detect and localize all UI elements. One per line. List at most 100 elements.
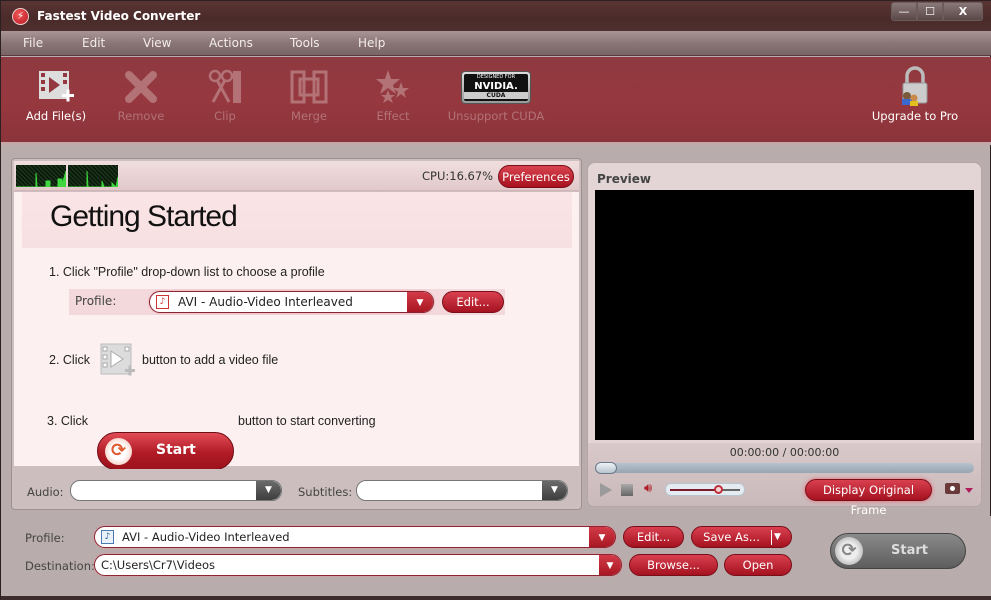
- chevron-down-icon[interactable]: ▼: [407, 292, 433, 312]
- add-file-icon: [23, 65, 89, 109]
- browse-button[interactable]: Browse...: [629, 554, 718, 576]
- clip-button[interactable]: Clip: [197, 65, 253, 123]
- volume-icon[interactable]: 🔊︎: [644, 481, 652, 496]
- minimize-button[interactable]: —: [891, 2, 917, 21]
- volume-thumb[interactable]: [714, 485, 723, 494]
- getting-started-body: Getting Started 1. Click "Profile" drop-…: [14, 192, 579, 470]
- save-as-label: Save As...: [703, 530, 760, 544]
- close-button[interactable]: X: [943, 2, 983, 21]
- add-file-hint-icon: [99, 342, 137, 381]
- merge-button[interactable]: Merge: [279, 65, 339, 123]
- chevron-down-icon[interactable]: ▼: [599, 555, 621, 575]
- seek-thumb[interactable]: [595, 462, 617, 474]
- audio-label: Audio:: [27, 485, 64, 499]
- play-icon[interactable]: [600, 483, 612, 497]
- profile-file-icon: ♪: [101, 530, 114, 544]
- effect-label: Effect: [376, 109, 410, 123]
- lock-icon: [869, 65, 961, 109]
- output-edit-button[interactable]: Edit...: [623, 526, 684, 548]
- profile-label: Profile:: [75, 294, 117, 308]
- merge-icon: [279, 65, 339, 109]
- step-3-prefix: 3. Click: [47, 414, 88, 428]
- clip-label: Clip: [214, 109, 236, 123]
- display-original-frame-button[interactable]: Display Original Frame: [805, 479, 932, 517]
- effect-icon: [363, 65, 423, 109]
- refresh-icon: ⟳: [835, 537, 863, 565]
- add-files-button[interactable]: Add File(s): [23, 65, 89, 123]
- app-window: ⚡ Fastest Video Converter — ☐ X File Edi…: [0, 0, 991, 600]
- start-label: Start: [891, 543, 928, 558]
- menu-bar: File Edit View Actions Tools Help: [1, 31, 991, 56]
- cpu-usage: CPU:16.67%: [422, 169, 494, 183]
- step-1-text: 1. Click "Profile" drop-down list to cho…: [49, 265, 325, 279]
- panel-header: CPU:16.67% Preferences: [14, 161, 579, 191]
- subtitles-label: Subtitles:: [298, 485, 353, 499]
- step-3-suffix: button to start converting: [238, 414, 376, 428]
- chevron-down-icon[interactable]: ▼: [774, 527, 781, 547]
- step-edit-button[interactable]: Edit...: [442, 291, 504, 313]
- menu-file[interactable]: File: [23, 36, 43, 50]
- volume-slider[interactable]: [665, 483, 745, 496]
- destination-label: Destination:: [25, 559, 95, 573]
- clip-icon: [197, 65, 253, 109]
- unsupport-cuda-button[interactable]: DESIGNED FOR NVIDIA. CUDA Unsupport CUDA: [445, 65, 547, 123]
- save-as-divider: [771, 530, 772, 545]
- preview-label: Preview: [597, 172, 652, 186]
- refresh-icon: ⟳: [105, 438, 132, 465]
- preview-screen: [595, 190, 974, 440]
- destination-value: C:\Users\Cr7\Videos: [101, 558, 216, 572]
- effect-button[interactable]: Effect: [363, 65, 423, 123]
- preferences-button[interactable]: Preferences: [498, 165, 574, 188]
- menu-edit[interactable]: Edit: [82, 36, 105, 50]
- playback-controls: 00:00:00 / 00:00:00 🔊︎ Display Original …: [588, 443, 981, 517]
- menu-tools[interactable]: Tools: [290, 36, 320, 50]
- profile-file-icon: ♪: [156, 295, 169, 309]
- chevron-down-icon[interactable]: ▼: [256, 481, 281, 500]
- window-bottom-border: [1, 596, 991, 600]
- remove-icon: [111, 65, 171, 109]
- add-files-label: Add File(s): [25, 109, 87, 123]
- menu-actions[interactable]: Actions: [209, 36, 253, 50]
- menu-view[interactable]: View: [143, 36, 171, 50]
- remove-button[interactable]: Remove: [111, 65, 171, 123]
- toolbar: Add File(s) Remove Clip Merge Effect DES…: [1, 57, 991, 145]
- cuda-line2: NVIDIA.: [474, 80, 518, 92]
- save-as-button[interactable]: Save As... ▼: [691, 526, 792, 548]
- camera-dropdown-icon[interactable]: [965, 488, 973, 493]
- audio-dropdown[interactable]: ▼: [70, 480, 282, 501]
- stop-icon[interactable]: [621, 484, 633, 496]
- output-profile-dropdown[interactable]: ♪ AVI - Audio-Video Interleaved ▼: [94, 526, 616, 548]
- getting-started-heading: Getting Started: [50, 200, 238, 233]
- profile-dropdown[interactable]: ♪ AVI - Audio-Video Interleaved ▼: [149, 291, 434, 313]
- menu-help[interactable]: Help: [358, 36, 385, 50]
- preview-panel: Preview 00:00:00 / 00:00:00 🔊︎ Display O…: [587, 162, 982, 517]
- cuda-line1: DESIGNED FOR: [476, 73, 516, 80]
- open-button[interactable]: Open: [724, 554, 792, 576]
- getting-started-panel: CPU:16.67% Preferences Getting Started 1…: [11, 158, 582, 510]
- destination-input[interactable]: C:\Users\Cr7\Videos ▼: [94, 554, 622, 576]
- chevron-down-icon[interactable]: ▼: [589, 527, 615, 547]
- start-hint-button[interactable]: ⟳ Start: [97, 432, 234, 470]
- output-profile-label: Profile:: [25, 531, 65, 545]
- remove-label: Remove: [117, 109, 165, 123]
- heading-band: Getting Started: [22, 192, 572, 248]
- time-display: 00:00:00 / 00:00:00: [729, 446, 840, 459]
- nvidia-cuda-icon: DESIGNED FOR NVIDIA. CUDA: [445, 65, 547, 109]
- start-button[interactable]: ⟳ Start: [830, 533, 966, 569]
- camera-icon[interactable]: [945, 483, 960, 494]
- maximize-button[interactable]: ☐: [917, 2, 943, 21]
- step-2-prefix: 2. Click: [49, 353, 90, 367]
- output-profile-value: AVI - Audio-Video Interleaved: [122, 530, 290, 544]
- upgrade-to-pro-button[interactable]: Upgrade to Pro: [869, 65, 961, 123]
- cpu-meter-2: [68, 165, 119, 189]
- seek-bar[interactable]: [595, 462, 974, 474]
- chevron-down-icon[interactable]: ▼: [542, 481, 567, 500]
- output-settings: Profile: ♪ AVI - Audio-Video Interleaved…: [1, 516, 991, 598]
- merge-label: Merge: [291, 109, 327, 123]
- profile-value: AVI - Audio-Video Interleaved: [178, 295, 353, 309]
- step-2-suffix: button to add a video file: [142, 353, 279, 367]
- step-profile-row: Profile: ♪ AVI - Audio-Video Interleaved…: [69, 289, 505, 315]
- volume-fill: [670, 489, 719, 491]
- upgrade-label: Upgrade to Pro: [871, 109, 959, 123]
- subtitles-dropdown[interactable]: ▼: [356, 480, 568, 501]
